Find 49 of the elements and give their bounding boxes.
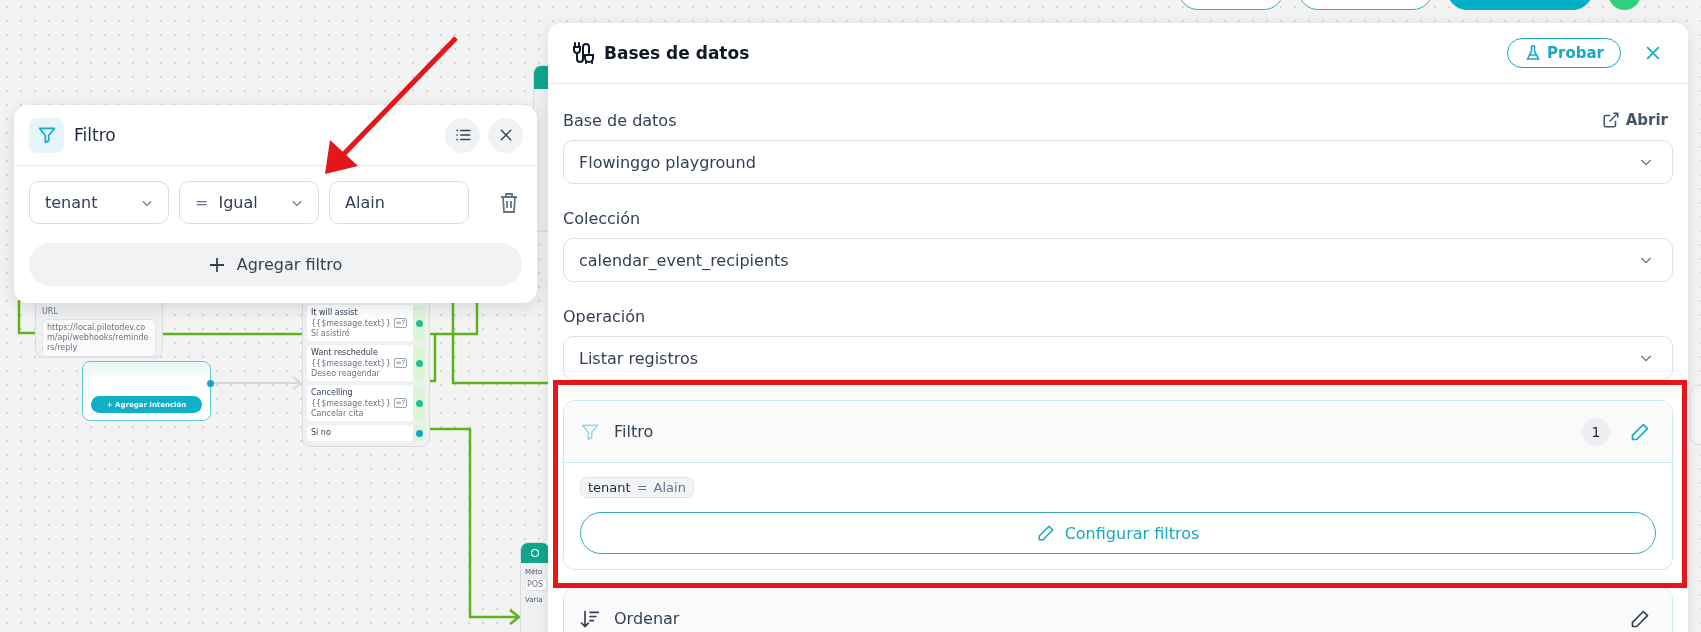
field-label: Operación (563, 306, 647, 326)
field-label: URL (42, 307, 59, 316)
close-icon[interactable] (1645, 45, 1661, 61)
external-link-icon (1601, 111, 1620, 129)
filter-chip: tenant = Alain (580, 477, 694, 498)
condition-title: Si no (311, 428, 332, 437)
method-field[interactable]: POS (525, 578, 547, 591)
list-button[interactable] (445, 117, 480, 153)
filter-icon (29, 117, 64, 153)
add-filter-button[interactable]: Agregar filtro (29, 243, 522, 286)
field-label: Base de datos (563, 110, 678, 130)
pencil-icon (1036, 524, 1055, 542)
value-text: Deseo reagendar (311, 369, 380, 378)
status-dot[interactable] (415, 359, 423, 367)
status-dot[interactable] (415, 319, 423, 327)
close-button[interactable] (488, 117, 523, 153)
status-dot[interactable] (415, 429, 423, 437)
connector-dot[interactable] (207, 380, 214, 387)
trash-icon[interactable] (499, 191, 519, 214)
url-field[interactable]: https://local.pilotodev.com/api/webhooks/reminders/reply (42, 319, 156, 357)
status-dot[interactable] (415, 399, 423, 407)
connector-line (17, 300, 35, 335)
plug-icon (572, 41, 594, 65)
field-label: Colección (563, 208, 642, 228)
panel-title: Bases de datos (604, 43, 751, 63)
count-badge: 1 (1582, 417, 1610, 446)
plus-icon (208, 256, 225, 273)
variable-text: {{$message.text}} (311, 398, 391, 408)
open-link[interactable]: Abrir (1601, 111, 1668, 129)
variable-text: {{$message.text}} (311, 318, 391, 328)
sort-icon (580, 608, 600, 629)
condition-title: Cancelling (311, 388, 354, 397)
section-title: Ordenar (614, 609, 681, 628)
section-title: Filtro (614, 422, 655, 441)
condition-item[interactable]: Si no (307, 425, 425, 441)
dropdown-select[interactable]: Listar registros (563, 336, 1673, 380)
popup-title: Filtro (74, 125, 117, 145)
pencil-icon[interactable] (1630, 608, 1650, 629)
operator-select[interactable]: = Igual (179, 181, 319, 224)
condition-title: It will assist (311, 308, 359, 317)
value-text: Sí asistiré (311, 329, 350, 338)
variable-text: {{$message.text}} (311, 358, 391, 368)
value-input[interactable]: Alain (329, 181, 469, 224)
field-select[interactable]: tenant (29, 181, 169, 224)
condition-title: Want reschedule (311, 348, 379, 357)
dropdown-select[interactable]: Flowinggo playground (563, 140, 1673, 184)
value-text: Cancelar cita (311, 409, 364, 418)
dropdown-select[interactable]: calendar_event_recipients (563, 238, 1673, 282)
flask-icon (1526, 45, 1541, 61)
